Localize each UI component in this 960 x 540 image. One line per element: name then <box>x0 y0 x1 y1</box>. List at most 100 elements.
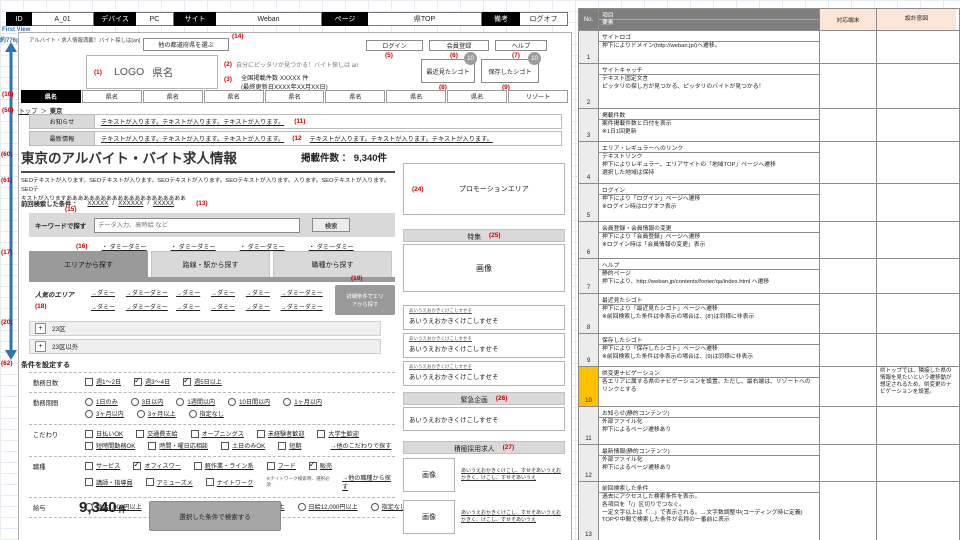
checkbox-option[interactable]: 週1〜2日 <box>85 377 121 386</box>
quick-link[interactable]: ・ ダミーダミー <box>240 242 285 251</box>
checkbox-option[interactable]: アミューズメ <box>145 478 193 487</box>
recruit-item[interactable]: 画像 あいうえおかきくけこし、すせそあいうえおかきく、けこし、すせそあいうえ <box>403 498 565 536</box>
prefecture-tab-active[interactable]: 県名 <box>21 90 81 103</box>
radio-option[interactable]: 1ヶ月以内 <box>283 397 322 406</box>
site-logo[interactable]: (1) LOGO 県名 <box>86 55 218 89</box>
area-link[interactable]: →ダミー <box>246 302 281 311</box>
prefecture-tab[interactable]: 県名 <box>142 90 203 103</box>
accordion-other[interactable]: + 23区以外 <box>29 339 381 354</box>
feature-item[interactable]: あいうえおかきくけこしすせそ あいうえおかきくけこしすせそ <box>403 333 565 358</box>
accordion-23ku[interactable]: + 23区 <box>29 321 381 336</box>
prefecture-tab[interactable]: 県名 <box>81 90 142 103</box>
prefecture-tab[interactable]: 県名 <box>325 90 386 103</box>
checkbox-option[interactable]: 日払いOK <box>85 429 123 438</box>
area-link[interactable]: →ダミーダミー <box>126 302 176 311</box>
search-button[interactable]: 検索 <box>312 218 351 232</box>
area-link[interactable]: →ダミー <box>91 302 126 311</box>
checkbox-option[interactable]: 土日のみOK <box>221 441 265 450</box>
area-link[interactable]: →ダミー <box>176 288 211 297</box>
radio-option[interactable]: 10日間以内 <box>228 397 270 406</box>
register-button[interactable]: 会員登録 <box>429 40 489 51</box>
quick-link[interactable]: ・ ダミーダミー <box>102 242 147 251</box>
recruit-item-link[interactable]: あいうえおかきくけこし、すせそあいうえおかきく、けこし、すせそあいうえ <box>461 510 565 525</box>
prefecture-tab[interactable]: 県名 <box>203 90 264 103</box>
radio-option[interactable]: 日給12,000円以上 <box>297 502 358 511</box>
checkbox-option[interactable]: オフィスワー <box>133 460 181 470</box>
meta-value-note: ログオフ <box>520 12 568 26</box>
popular-area-label: 人気のエリア <box>35 292 74 299</box>
detail-area-search-button[interactable]: 詳細条件でエリ アから探す <box>335 285 395 315</box>
more-jobtypes-link[interactable]: →他の職種から探す <box>342 473 395 491</box>
area-link[interactable]: →ダミーダミー <box>126 288 176 297</box>
recruit-item-link[interactable]: あいうえおかきくけこし、すせそあいうえおかきく、けこし、すせそあいうえ <box>461 468 565 483</box>
urgent-header: 緊急企画 (26) <box>403 392 565 405</box>
checkbox-option[interactable]: 交通費支給 <box>136 429 178 438</box>
last-search-link[interactable]: XXXXXX <box>118 200 143 207</box>
login-button[interactable]: ログイン <box>366 40 423 51</box>
feature-image-placeholder[interactable]: 画像 <box>403 244 565 292</box>
feature-item-link[interactable]: あいうえおかきくけこしすせそ <box>409 308 559 314</box>
checkbox-option[interactable]: ナイトワーク <box>205 478 253 487</box>
checkbox-option[interactable]: フード <box>266 461 296 470</box>
area-link[interactable]: →ダミー <box>246 288 281 297</box>
checkbox-option[interactable]: オープニングス <box>190 429 244 438</box>
other-prefecture-button[interactable]: 他の都道府県を選ぶ <box>143 38 229 51</box>
more-preferences-link[interactable]: →他のこだわりで探す <box>330 441 391 450</box>
spec-row-no: 9 <box>579 334 599 366</box>
checkbox-option[interactable]: 大学生歓迎 <box>317 429 359 438</box>
area-link[interactable]: →ダミー <box>211 302 246 311</box>
urgent-item[interactable]: あいうえおかきくけこしすせそ <box>403 407 565 431</box>
checkbox-option[interactable]: 講師・指導員 <box>85 478 133 487</box>
feature-item-link[interactable]: あいうえおかきくけこしすせそ <box>409 336 559 342</box>
checkbox-option[interactable]: 時間・曜日応相談 <box>148 441 208 450</box>
feature-item[interactable]: あいうえおかきくけこしすせそ あいうえおかきくけこしすせそ <box>403 305 565 330</box>
checkbox-option[interactable]: 週3〜4日 <box>134 376 170 386</box>
checkbox-option[interactable]: 週5日以上 <box>183 376 222 386</box>
checkbox-option[interactable]: 短期 <box>278 441 301 450</box>
area-link[interactable]: →ダミーダミー <box>281 288 331 297</box>
news-link-2[interactable]: テキストが入ります。テキストが入ります。テキストが入ります。 <box>310 134 493 143</box>
notice-link[interactable]: テキストが入ります。テキストが入ります。テキストが入ります。 <box>101 117 284 126</box>
area-link[interactable]: →ダミー <box>91 288 126 297</box>
radio-option[interactable]: 指定なし <box>188 409 224 418</box>
radio-option[interactable]: 指定なし <box>370 502 406 511</box>
keyword-input[interactable] <box>94 217 301 233</box>
spec-sheet: ID A_01 デバイス PC サイト Weban ページ 県TOP 備考 ログ… <box>0 0 960 540</box>
quick-link[interactable]: ・ ダミーダミー <box>171 242 216 251</box>
prefecture-tab-resort[interactable]: リゾート <box>508 90 569 103</box>
last-search-link[interactable]: XXXXX <box>87 200 108 207</box>
quick-link[interactable]: ・ ダミーダミー <box>309 242 354 251</box>
area-link[interactable]: →ダミーダミー <box>281 302 331 311</box>
news-link[interactable]: テキストが入ります。テキストが入ります。テキストが入ります。 <box>101 134 284 143</box>
search-with-conditions-button[interactable]: 選択した条件で検索する <box>149 501 281 531</box>
last-search-link[interactable]: XXXXX <box>153 200 174 207</box>
spec-row-intent <box>877 445 956 481</box>
radio-option[interactable]: 3ヶ月以内 <box>85 409 124 418</box>
help-button[interactable]: ヘルプ <box>495 40 547 51</box>
radio-option[interactable]: 3日以内 <box>130 397 163 406</box>
meta-key-id: ID <box>6 12 32 26</box>
feature-item[interactable]: あいうえおかきくけこしすせそ あいうえおかきくけこしすせそ <box>403 361 565 386</box>
feature-item-link[interactable]: あいうえおかきくけこしすせそ <box>409 364 559 370</box>
tab-search-by-area[interactable]: エリアから探す <box>29 251 148 277</box>
checkbox-option[interactable]: サービス <box>85 461 120 470</box>
tab-search-by-line[interactable]: 路線・駅から探す <box>151 251 270 277</box>
area-link[interactable]: →ダミー <box>211 288 246 297</box>
checkbox-option[interactable]: 未経験者歓迎 <box>256 429 304 438</box>
checkbox-option[interactable]: 短時間勤務OK <box>85 441 135 450</box>
prefecture-tab[interactable]: 県名 <box>386 90 447 103</box>
radio-option[interactable]: 3ヶ月以上 <box>136 409 176 418</box>
prefecture-tab[interactable]: 県名 <box>264 90 325 103</box>
recruit-item[interactable]: 画像 あいうえおかきくけこし、すせそあいうえおかきく、けこし、すせそあいうえ <box>403 456 565 494</box>
checkbox-option[interactable]: 販売 <box>308 460 332 470</box>
tab-search-by-jobtype[interactable]: 職種から探す <box>273 251 392 277</box>
radio-option[interactable]: 1週間以内 <box>176 397 215 406</box>
spec-row-desc: 押下により「ログイン」ページへ遷移 ※ログイン時はログオフ表示 <box>602 196 701 210</box>
notice-row: お知らせ テキストが入ります。テキストが入ります。テキストが入ります。 (11) <box>29 114 562 129</box>
checkbox-option[interactable]: 軽作業・ライン系 <box>193 461 254 470</box>
checkbox-icon <box>256 429 265 438</box>
area-link[interactable]: →ダミー <box>176 302 211 311</box>
radio-option[interactable]: 1日のみ <box>85 397 118 406</box>
spec-row: 6 会員登録・会員情報の変更 押下により「会員登録」ページへ遷移 ※ログイン時は「… <box>579 222 959 259</box>
prefecture-tab[interactable]: 県名 <box>447 90 508 103</box>
